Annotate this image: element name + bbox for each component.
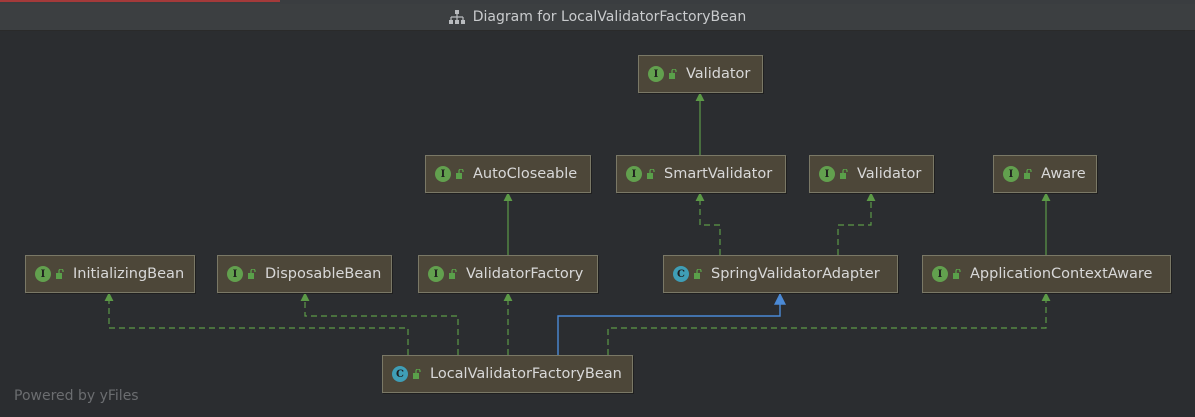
node-localvalidatorfactorybean[interactable]: C LocalValidatorFactoryBean: [382, 355, 633, 393]
unlocked-icon: [455, 169, 465, 179]
node-label: DisposableBean: [265, 266, 382, 282]
powered-by-footer: Powered by yFiles: [14, 388, 139, 404]
node-label: ApplicationContextAware: [970, 266, 1153, 282]
interface-badge-icon: I: [428, 266, 444, 282]
unlocked-icon: [646, 169, 656, 179]
node-label: Validator: [857, 166, 922, 182]
node-label: Validator: [686, 66, 751, 82]
node-applicationcontextaware[interactable]: I ApplicationContextAware: [922, 255, 1171, 293]
node-validator-top[interactable]: I Validator: [638, 55, 763, 93]
unlocked-icon: [247, 269, 257, 279]
edge-bean-applicationcontextaware: [607, 292, 1051, 355]
edge-bean-initializingbean: [104, 292, 409, 355]
node-validator-mid[interactable]: I Validator: [809, 155, 934, 193]
interface-badge-icon: I: [932, 266, 948, 282]
node-validatorfactory[interactable]: I ValidatorFactory: [418, 255, 598, 293]
node-label: Aware: [1041, 166, 1086, 182]
node-smartvalidator[interactable]: I SmartValidator: [616, 155, 786, 193]
node-label: ValidatorFactory: [466, 266, 584, 282]
interface-badge-icon: I: [435, 166, 451, 182]
node-label: SmartValidator: [664, 166, 773, 182]
node-aware[interactable]: I Aware: [993, 155, 1097, 193]
node-label: LocalValidatorFactoryBean: [430, 366, 622, 382]
node-disposablebean[interactable]: I DisposableBean: [217, 255, 392, 293]
interface-badge-icon: I: [1003, 166, 1019, 182]
interface-badge-icon: I: [626, 166, 642, 182]
node-initializingbean[interactable]: I InitializingBean: [25, 255, 195, 293]
interface-badge-icon: I: [35, 266, 51, 282]
edge-bean-disposablebean: [300, 292, 459, 355]
interface-badge-icon: I: [819, 166, 835, 182]
unlocked-icon: [448, 269, 458, 279]
node-springvalidatoradapter[interactable]: C SpringValidatorAdapter: [663, 255, 898, 293]
edge-springvalidatoradapter-smartvalidator: [695, 192, 721, 255]
node-label: InitializingBean: [73, 266, 185, 282]
unlocked-icon: [1023, 169, 1033, 179]
interface-badge-icon: I: [648, 66, 664, 82]
node-label: SpringValidatorAdapter: [711, 266, 880, 282]
unlocked-icon: [952, 269, 962, 279]
unlocked-icon: [668, 69, 678, 79]
node-autocloseable[interactable]: I AutoCloseable: [425, 155, 591, 193]
class-badge-icon: C: [673, 266, 689, 282]
unlocked-icon: [412, 369, 422, 379]
class-badge-icon: C: [392, 366, 408, 382]
edge-springvalidatoradapter-validator: [837, 192, 876, 255]
unlocked-icon: [693, 269, 703, 279]
edge-bean-springvalidatoradapter: [557, 292, 786, 355]
unlocked-icon: [839, 169, 849, 179]
node-label: AutoCloseable: [473, 166, 578, 182]
unlocked-icon: [55, 269, 65, 279]
interface-badge-icon: I: [227, 266, 243, 282]
